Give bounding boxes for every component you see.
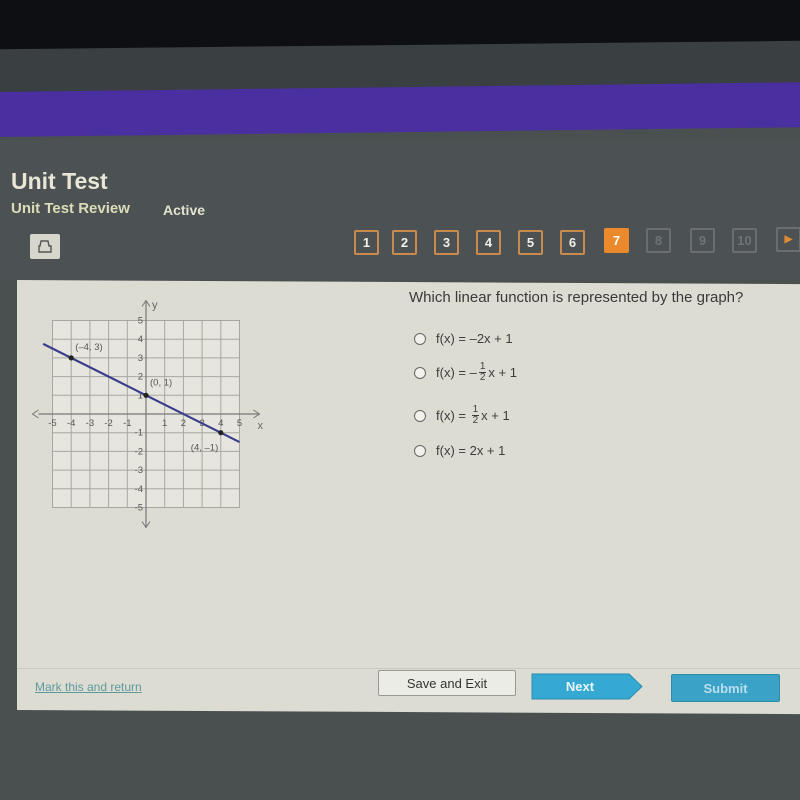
radio-button[interactable] [414, 444, 426, 457]
answer-option[interactable]: f(x) = 12x + 1 [414, 405, 510, 426]
y-tick-label: 2 [138, 372, 143, 383]
next-page-arrow[interactable]: ▶ [776, 227, 800, 252]
y-tick-label: -4 [135, 484, 143, 495]
y-tick-label: -2 [135, 446, 143, 457]
option-expression: x + 1 [481, 408, 510, 423]
question-nav-4[interactable]: 4 [476, 230, 501, 255]
coordinate-graph: xy-5-4-3-2-11234554321-1-2-3-4-5(–4, 3)(… [31, 300, 264, 529]
radio-button[interactable] [414, 332, 426, 345]
x-tick-label: 2 [181, 418, 186, 429]
answer-option[interactable]: f(x) = –2x + 1 [414, 331, 513, 346]
question-nav-5[interactable]: 5 [518, 230, 543, 255]
x-axis-arrow-left [31, 409, 39, 419]
fraction-denominator: 2 [472, 415, 479, 426]
data-point [218, 430, 224, 436]
question-nav-10: 10 [732, 228, 757, 253]
x-axis-label: x [258, 420, 264, 432]
fraction-denominator: 2 [479, 372, 486, 383]
footer-divider [17, 668, 800, 669]
question-nav-6[interactable]: 6 [560, 230, 585, 255]
question-nav-9: 9 [690, 228, 715, 253]
option-expression: –2x + 1 [469, 331, 513, 346]
app-banner [0, 82, 800, 137]
y-tick-label: -5 [135, 503, 143, 514]
x-tick-label: -1 [123, 418, 131, 429]
question-nav-3[interactable]: 3 [434, 230, 459, 255]
print-icon [38, 240, 52, 253]
point-label: (0, 1) [150, 377, 172, 388]
radio-button[interactable] [414, 366, 426, 379]
answer-option[interactable]: f(x) = –1 2 x + 1 [414, 362, 517, 383]
x-tick-label: -3 [86, 418, 94, 429]
y-tick-label: 4 [138, 334, 143, 345]
fraction: 12 [478, 362, 487, 383]
answer-option[interactable]: f(x) = 2x + 1 [414, 443, 505, 458]
mark-and-return-link[interactable]: Mark this and return [35, 680, 142, 694]
print-button[interactable] [30, 234, 60, 259]
x-tick-label: -4 [67, 418, 75, 429]
data-point [68, 355, 74, 361]
option-prefix: f(x) = – [436, 365, 477, 380]
y-tick-label: -3 [135, 465, 143, 476]
data-point [143, 392, 149, 398]
y-tick-label: 5 [138, 316, 143, 327]
test-subtitle: Unit Test Review [11, 200, 130, 217]
question-nav-7[interactable]: 7 [604, 228, 629, 253]
page-title: Unit Test [11, 168, 108, 194]
fraction: 12 [471, 405, 480, 426]
question-nav-8: 8 [646, 228, 671, 253]
y-tick-label: 3 [138, 353, 143, 364]
option-prefix: f(x) = [436, 443, 470, 458]
option-expression: x + 1 [488, 365, 517, 380]
submit-button[interactable]: Submit [671, 674, 780, 702]
next-button-label: Next [565, 679, 595, 694]
y-axis-label: y [152, 300, 158, 312]
question-nav-2[interactable]: 2 [392, 230, 417, 255]
point-label: (–4, 3) [75, 342, 102, 353]
x-tick-label: -2 [104, 418, 112, 429]
status-badge: Active [163, 202, 206, 218]
option-prefix: f(x) = [436, 408, 470, 423]
radio-button[interactable] [414, 409, 426, 422]
question-text: Which linear function is represented by … [409, 289, 744, 306]
save-and-exit-button[interactable]: Save and Exit [378, 670, 516, 696]
x-tick-label: 4 [218, 418, 223, 429]
option-expression: 2x + 1 [469, 443, 506, 458]
x-tick-label: 1 [162, 418, 167, 429]
option-prefix: f(x) = [436, 331, 470, 346]
point-label: (4, –1) [191, 443, 218, 454]
next-button[interactable]: Next [531, 673, 643, 700]
y-tick-label: -1 [135, 428, 143, 439]
x-tick-label: 5 [237, 418, 242, 429]
x-tick-label: -5 [48, 418, 56, 429]
question-nav-1[interactable]: 1 [354, 230, 379, 255]
